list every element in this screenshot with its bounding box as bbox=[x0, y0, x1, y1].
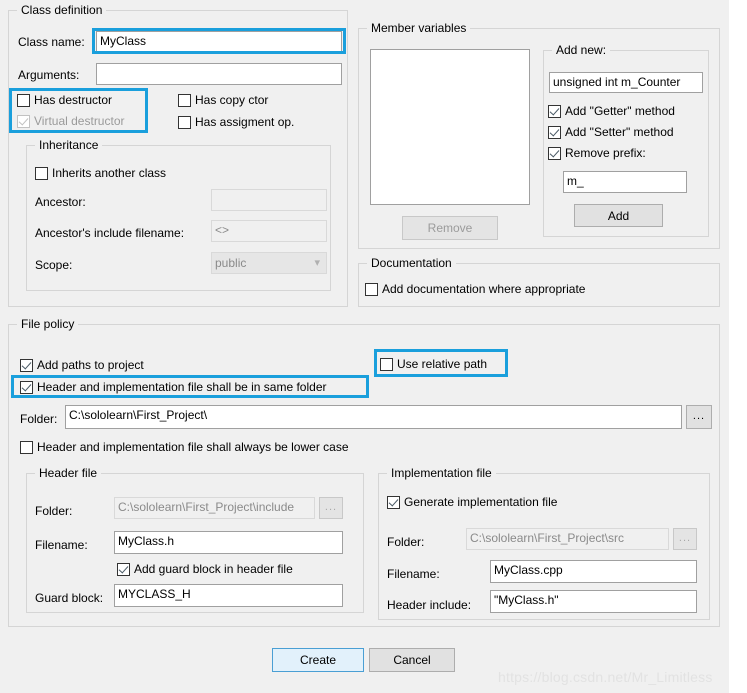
checkbox-box bbox=[548, 146, 561, 160]
use-relative-path-checkbox[interactable]: Use relative path bbox=[380, 357, 487, 371]
ancestor-include-filename-input[interactable]: <> bbox=[211, 220, 327, 242]
add-new-title: Add new: bbox=[552, 43, 611, 57]
lower-case-checkbox[interactable]: Header and implementation file shall alw… bbox=[20, 440, 349, 454]
implementation-file-title: Implementation file bbox=[387, 466, 496, 480]
impl-filename-label: Filename: bbox=[387, 567, 440, 581]
lower-case-label: Header and implementation file shall alw… bbox=[37, 440, 349, 454]
chevron-down-icon: ▾ bbox=[314, 257, 320, 269]
has-destructor-checkbox[interactable]: Has destructor bbox=[17, 93, 112, 107]
remove-prefix-checkbox[interactable]: Remove prefix: bbox=[548, 146, 646, 160]
header-include-label: Header include: bbox=[387, 598, 472, 612]
has-copy-ctor-label: Has copy ctor bbox=[195, 93, 269, 107]
checkbox-box bbox=[117, 562, 130, 576]
add-guard-block-checkbox[interactable]: Add guard block in header file bbox=[117, 562, 293, 576]
checkbox-box bbox=[17, 93, 30, 107]
use-relative-path-label: Use relative path bbox=[397, 357, 488, 371]
checkbox-box bbox=[178, 115, 191, 129]
checkbox-box bbox=[365, 282, 378, 296]
inherits-another-class-label: Inherits another class bbox=[52, 166, 167, 180]
ancestor-label: Ancestor: bbox=[35, 195, 86, 209]
add-documentation-label: Add documentation where appropriate bbox=[382, 282, 586, 296]
checkbox-box bbox=[548, 104, 561, 118]
file-policy-browse-button[interactable]: ... bbox=[686, 405, 712, 429]
impl-folder-input[interactable]: C:\sololearn\First_Project\src bbox=[466, 528, 669, 550]
checkbox-box bbox=[387, 495, 400, 509]
prefix-input[interactable]: m_ bbox=[563, 171, 687, 193]
has-assigment-op-checkbox[interactable]: Has assigment op. bbox=[178, 115, 294, 129]
header-folder-browse-button[interactable]: ... bbox=[319, 497, 343, 519]
scope-select[interactable]: public ▾ bbox=[211, 252, 327, 274]
generate-implementation-file-label: Generate implementation file bbox=[404, 495, 558, 509]
checkbox-box bbox=[20, 440, 33, 454]
virtual-destructor-label: Virtual destructor bbox=[34, 114, 125, 128]
new-member-variable-input[interactable]: unsigned int m_Counter bbox=[549, 72, 703, 93]
add-paths-to-project-checkbox[interactable]: Add paths to project bbox=[20, 358, 144, 372]
virtual-destructor-checkbox: Virtual destructor bbox=[17, 114, 125, 128]
file-policy-folder-label: Folder: bbox=[20, 412, 58, 426]
same-folder-label: Header and implementation file shall be … bbox=[37, 380, 327, 394]
class-name-label: Class name: bbox=[18, 35, 85, 49]
generate-implementation-file-checkbox[interactable]: Generate implementation file bbox=[387, 495, 557, 509]
same-folder-checkbox[interactable]: Header and implementation file shall be … bbox=[20, 380, 327, 394]
ancestor-input[interactable] bbox=[211, 189, 327, 211]
impl-folder-browse-button[interactable]: ... bbox=[673, 528, 697, 550]
header-folder-input[interactable]: C:\sololearn\First_Project\include bbox=[114, 497, 315, 519]
add-paths-to-project-label: Add paths to project bbox=[37, 358, 144, 372]
documentation-title: Documentation bbox=[367, 256, 456, 270]
member-variables-title: Member variables bbox=[367, 21, 471, 35]
checkbox-box bbox=[20, 358, 33, 372]
checkbox-box bbox=[548, 125, 561, 139]
cancel-button[interactable]: Cancel bbox=[369, 648, 455, 672]
checkbox-box bbox=[17, 114, 30, 128]
page-right-margin bbox=[729, 0, 747, 693]
arguments-input[interactable] bbox=[96, 63, 342, 85]
scope-value: public bbox=[215, 256, 247, 270]
add-guard-block-label: Add guard block in header file bbox=[134, 562, 293, 576]
add-setter-checkbox[interactable]: Add "Setter" method bbox=[548, 125, 674, 139]
scope-label: Scope: bbox=[35, 258, 73, 272]
create-button[interactable]: Create bbox=[272, 648, 364, 672]
has-copy-ctor-checkbox[interactable]: Has copy ctor bbox=[178, 93, 268, 107]
ancestor-include-filename-label: Ancestor's include filename: bbox=[35, 226, 185, 240]
add-getter-checkbox[interactable]: Add "Getter" method bbox=[548, 104, 675, 118]
has-destructor-label: Has destructor bbox=[34, 93, 113, 107]
add-setter-label: Add "Setter" method bbox=[565, 125, 674, 139]
guard-block-input[interactable]: MYCLASS_H bbox=[114, 584, 343, 607]
impl-filename-input[interactable]: MyClass.cpp bbox=[490, 560, 697, 583]
impl-folder-label: Folder: bbox=[387, 535, 425, 549]
has-assigment-op-label: Has assigment op. bbox=[195, 115, 295, 129]
checkbox-box bbox=[178, 93, 191, 107]
add-member-variable-button[interactable]: Add bbox=[574, 204, 663, 227]
guard-block-label: Guard block: bbox=[35, 591, 104, 605]
header-filename-label: Filename: bbox=[35, 538, 88, 552]
header-filename-input[interactable]: MyClass.h bbox=[114, 531, 343, 554]
remove-member-variable-button[interactable]: Remove bbox=[402, 216, 498, 240]
class-definition-title: Class definition bbox=[17, 3, 107, 17]
add-getter-label: Add "Getter" method bbox=[565, 104, 675, 118]
checkbox-box bbox=[380, 357, 393, 371]
file-policy-folder-input[interactable]: C:\sololearn\First_Project\ bbox=[65, 405, 682, 429]
add-documentation-checkbox[interactable]: Add documentation where appropriate bbox=[365, 282, 585, 296]
checkbox-box bbox=[20, 380, 33, 394]
remove-prefix-label: Remove prefix: bbox=[565, 146, 646, 160]
class-wizard-dialog: Class definition Class name: MyClass Arg… bbox=[0, 0, 729, 693]
member-variables-list[interactable] bbox=[370, 49, 530, 205]
file-policy-title: File policy bbox=[17, 317, 79, 331]
inherits-another-class-checkbox[interactable]: Inherits another class bbox=[35, 166, 166, 180]
checkbox-box bbox=[35, 166, 48, 180]
watermark-text: https://blog.csdn.net/Mr_Limitless bbox=[498, 669, 713, 685]
header-file-title: Header file bbox=[35, 466, 102, 480]
inheritance-title: Inheritance bbox=[35, 138, 103, 152]
class-name-input[interactable]: MyClass bbox=[96, 31, 342, 52]
header-include-input[interactable]: "MyClass.h" bbox=[490, 590, 697, 613]
header-folder-label: Folder: bbox=[35, 504, 73, 518]
arguments-label: Arguments: bbox=[18, 68, 80, 82]
